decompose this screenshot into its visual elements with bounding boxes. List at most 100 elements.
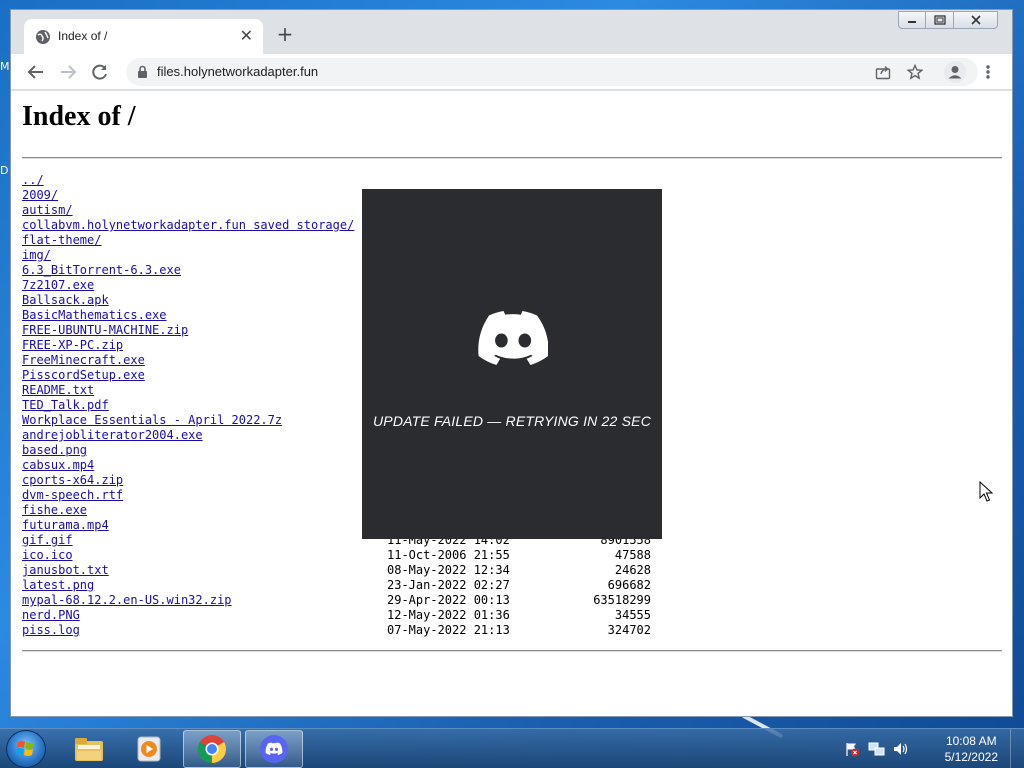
clock-time: 10:08 AM bbox=[945, 734, 997, 748]
table-row: cabsux.mp4 bbox=[22, 458, 354, 473]
file-link[interactable]: FREE-XP-PC.zip bbox=[22, 338, 123, 352]
taskbar-explorer[interactable] bbox=[60, 730, 118, 768]
taskbar: 10:08 AM 5/12/2022 bbox=[0, 728, 1024, 768]
taskbar-clock[interactable]: 10:08 AM 5/12/2022 bbox=[945, 733, 998, 765]
file-link[interactable]: BasicMathematics.exe bbox=[22, 308, 167, 322]
globe-icon bbox=[36, 30, 50, 44]
file-link[interactable]: cabsux.mp4 bbox=[22, 458, 94, 472]
file-link[interactable]: futurama.mp4 bbox=[22, 518, 109, 532]
reload-icon bbox=[92, 64, 107, 80]
file-link[interactable]: PisscordSetup.exe bbox=[22, 368, 145, 382]
file-link[interactable]: 6.3_BitTorrent-6.3.exe bbox=[22, 263, 181, 277]
reload-button[interactable] bbox=[88, 60, 112, 84]
action-center-flag-icon[interactable] bbox=[844, 741, 860, 757]
bookmark-button[interactable] bbox=[903, 60, 927, 84]
menu-button[interactable] bbox=[976, 60, 1000, 84]
file-date: 23-Jan-2022 02:27 bbox=[387, 578, 510, 592]
taskbar-discord[interactable] bbox=[245, 730, 303, 768]
file-link[interactable]: Ballsack.apk bbox=[22, 293, 109, 307]
mouse-cursor-icon bbox=[979, 481, 993, 502]
file-size: 63518299 bbox=[593, 593, 651, 607]
top-divider bbox=[22, 157, 1002, 159]
table-row: based.png bbox=[22, 443, 354, 458]
forward-button[interactable] bbox=[56, 60, 80, 84]
discord-updater-window: UPDATE FAILED — RETRYING IN 22 SEC bbox=[362, 189, 662, 539]
back-button[interactable] bbox=[24, 60, 48, 84]
file-date: 07-May-2022 21:13 bbox=[387, 623, 510, 637]
taskbar-media-player[interactable] bbox=[120, 730, 178, 768]
table-row: futurama.mp4 bbox=[22, 518, 354, 533]
file-link[interactable]: flat-theme/ bbox=[22, 233, 101, 247]
file-link[interactable]: fishe.exe bbox=[22, 503, 87, 517]
close-window-button[interactable] bbox=[954, 11, 998, 29]
table-row: mypal-68.12.2.en-US.win32.zip 29-Apr-2022… bbox=[22, 593, 651, 608]
file-link[interactable]: 7z2107.exe bbox=[22, 278, 94, 292]
window-controls bbox=[898, 11, 998, 29]
taskbar-chrome[interactable] bbox=[183, 730, 241, 768]
file-link[interactable]: FreeMinecraft.exe bbox=[22, 353, 145, 367]
table-row: gif.gif 11-May-2022 14:02 8901558 bbox=[22, 533, 651, 548]
network-icon[interactable] bbox=[868, 741, 886, 757]
table-row: TED_Talk.pdf bbox=[22, 398, 354, 413]
file-date: 08-May-2022 12:34 bbox=[387, 563, 510, 577]
browser-toolbar: files.holynetworkadapter.fun bbox=[11, 54, 1012, 90]
star-icon bbox=[907, 64, 923, 80]
table-row: collabvm.holynetworkadapter.fun saved st… bbox=[22, 218, 354, 233]
file-link[interactable]: latest.png bbox=[22, 578, 94, 592]
file-link[interactable]: autism/ bbox=[22, 203, 73, 217]
file-link[interactable]: based.png bbox=[22, 443, 87, 457]
start-button[interactable] bbox=[6, 730, 46, 768]
table-row: piss.log 07-May-2022 21:13 324702 bbox=[22, 623, 651, 638]
tab-index[interactable]: Index of / ✕ bbox=[24, 19, 263, 54]
file-link[interactable]: mypal-68.12.2.en-US.win32.zip bbox=[22, 593, 232, 607]
file-link[interactable]: collabvm.holynetworkadapter.fun saved st… bbox=[22, 218, 354, 232]
minimize-button[interactable] bbox=[898, 11, 926, 29]
file-link[interactable]: README.txt bbox=[22, 383, 94, 397]
file-date: 11-Oct-2006 21:55 bbox=[387, 548, 510, 562]
file-size: 47588 bbox=[614, 548, 651, 562]
address-bar[interactable]: files.holynetworkadapter.fun bbox=[126, 58, 978, 86]
table-row: janusbot.txt 08-May-2022 12:34 24628 bbox=[22, 563, 651, 578]
table-row: PisscordSetup.exe bbox=[22, 368, 354, 383]
table-row: 7z2107.exe bbox=[22, 278, 354, 293]
tab-close-icon[interactable]: ✕ bbox=[240, 27, 253, 45]
discord-icon bbox=[260, 735, 288, 763]
profile-button[interactable] bbox=[943, 60, 967, 84]
table-row: img/ bbox=[22, 248, 354, 263]
table-row: Ballsack.apk bbox=[22, 293, 354, 308]
file-link[interactable]: cports-x64.zip bbox=[22, 473, 123, 487]
table-row: README.txt bbox=[22, 383, 354, 398]
restore-button[interactable] bbox=[926, 11, 954, 29]
file-link[interactable]: 2009/ bbox=[22, 188, 58, 202]
new-tab-button[interactable]: + bbox=[274, 23, 296, 45]
table-row: FREE-UBUNTU-MACHINE.zip bbox=[22, 323, 354, 338]
file-link[interactable]: Workplace Essentials - April 2022.7z bbox=[22, 413, 282, 427]
file-link[interactable]: gif.gif bbox=[22, 533, 73, 547]
table-row: dvm-speech.rtf bbox=[22, 488, 354, 503]
file-link[interactable]: dvm-speech.rtf bbox=[22, 488, 123, 502]
file-link[interactable]: img/ bbox=[22, 248, 51, 262]
file-link[interactable]: ../ bbox=[22, 173, 44, 187]
file-link[interactable]: ico.ico bbox=[22, 548, 73, 562]
volume-icon[interactable] bbox=[892, 741, 910, 757]
table-row: BasicMathematics.exe bbox=[22, 308, 354, 323]
back-arrow-icon bbox=[27, 65, 43, 79]
chrome-icon bbox=[198, 735, 226, 763]
discord-logo-icon bbox=[478, 311, 548, 365]
desktop-icon-label-m: M bbox=[0, 60, 10, 73]
file-link[interactable]: nerd.PNG bbox=[22, 608, 80, 622]
share-button[interactable] bbox=[871, 60, 895, 84]
file-link[interactable]: janusbot.txt bbox=[22, 563, 109, 577]
file-listing: ../2009/autism/collabvm.holynetworkadapt… bbox=[22, 173, 651, 638]
show-desktop-button[interactable] bbox=[1010, 729, 1024, 768]
forward-arrow-icon bbox=[61, 65, 77, 79]
desktop-icon-label-d: D bbox=[0, 164, 9, 177]
file-link[interactable]: FREE-UBUNTU-MACHINE.zip bbox=[22, 323, 188, 337]
url-text: files.holynetworkadapter.fun bbox=[157, 64, 319, 79]
table-row: autism/ bbox=[22, 203, 354, 218]
file-link[interactable]: andrejobliterator2004.exe bbox=[22, 428, 203, 442]
more-vert-icon bbox=[986, 65, 990, 79]
windows-logo-icon bbox=[16, 741, 34, 756]
file-link[interactable]: piss.log bbox=[22, 623, 80, 637]
file-link[interactable]: TED_Talk.pdf bbox=[22, 398, 109, 412]
